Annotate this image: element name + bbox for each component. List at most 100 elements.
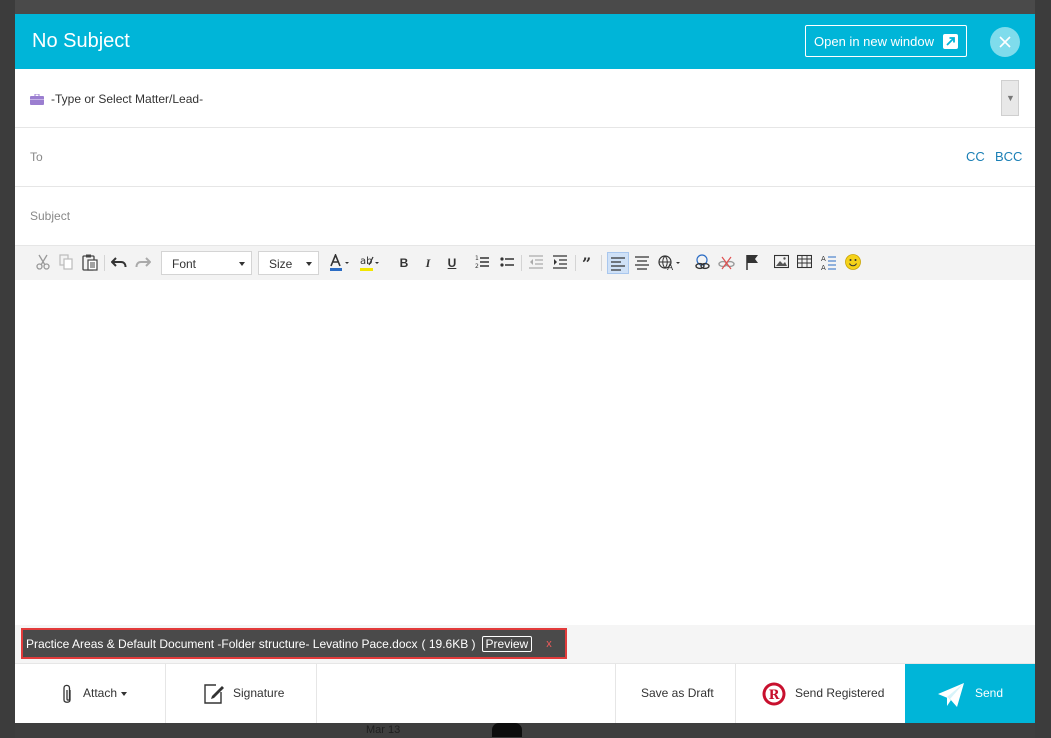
subject-field-label: Subject (30, 209, 71, 223)
smiley-icon (845, 254, 861, 270)
attachment-item: Practice Areas & Default Document -Folde… (21, 628, 567, 659)
bullet-list-button[interactable] (500, 254, 515, 272)
format-text-button[interactable]: A A (821, 254, 837, 272)
matter-dropdown-toggle[interactable]: ▼ (1001, 80, 1019, 116)
matter-selector-row: -Type or Select Matter/Lead- ▼ (15, 69, 1035, 128)
send-button[interactable]: Send (905, 664, 1035, 723)
font-family-value: Font (172, 257, 197, 271)
insert-emoji-button[interactable] (845, 254, 861, 272)
insert-image-button[interactable] (774, 254, 789, 272)
undo-button[interactable] (111, 254, 127, 272)
image-icon (774, 254, 789, 269)
remove-attachment-button[interactable]: x (546, 638, 552, 650)
paste-icon (82, 254, 98, 271)
globe-icon: A (658, 255, 680, 272)
paste-button[interactable] (82, 254, 98, 272)
align-center-button[interactable] (634, 254, 650, 272)
language-button[interactable]: A (658, 254, 682, 272)
send-registered-button[interactable]: R Send Registered (736, 664, 905, 723)
cc-toggle-link[interactable]: CC (966, 149, 985, 164)
attachments-area: Practice Areas & Default Document -Folde… (15, 625, 1035, 663)
compose-email-dialog: No Subject Open in new window -Type or S… (15, 14, 1035, 723)
highlighter-icon: ab (360, 256, 379, 271)
close-dialog-button[interactable] (990, 27, 1020, 57)
align-left-icon (611, 257, 625, 271)
indent-button[interactable] (553, 254, 568, 272)
font-size-select[interactable]: Size (258, 251, 319, 275)
cut-button[interactable] (36, 254, 50, 272)
toolbar-separator (104, 255, 105, 271)
copy-icon (59, 254, 73, 270)
save-as-draft-button[interactable]: Save as Draft (615, 664, 736, 723)
attach-button[interactable]: Attach (15, 664, 166, 723)
font-family-select[interactable]: Font (161, 251, 252, 275)
background-bottom-strip (15, 723, 1035, 738)
highlight-color-button[interactable]: ab (359, 254, 383, 272)
chevron-down-icon (121, 692, 127, 696)
bcc-toggle-link[interactable]: BCC (995, 149, 1022, 164)
toolbar-separator (575, 255, 576, 271)
background-date-label: Mar 13 (366, 724, 401, 736)
matter-lead-input[interactable]: -Type or Select Matter/Lead- (51, 92, 203, 106)
compose-footer: Attach Signature Save as Draft R Send Re… (15, 663, 1035, 723)
svg-text:A: A (667, 263, 674, 272)
close-icon (999, 36, 1011, 48)
copy-button[interactable] (59, 254, 73, 272)
align-center-icon (635, 256, 649, 270)
subject-field-row[interactable]: Subject (15, 187, 1035, 246)
registered-r-icon: R (762, 682, 786, 706)
attachment-preview-button[interactable]: Preview (481, 635, 533, 652)
font-size-value: Size (269, 257, 293, 271)
text-color-icon (330, 254, 349, 271)
send-registered-label: Send Registered (795, 686, 885, 700)
text-color-button[interactable] (329, 254, 353, 272)
send-label: Send (975, 686, 1004, 700)
svg-text:2: 2 (475, 263, 479, 270)
insert-link-button[interactable] (694, 254, 711, 272)
open-in-new-window-button[interactable]: Open in new window (805, 25, 967, 57)
flag-icon (746, 255, 758, 270)
dialog-header: No Subject Open in new window (15, 14, 1035, 69)
signature-label: Signature (233, 686, 285, 700)
message-body-editor[interactable] (19, 280, 1035, 625)
redo-icon (135, 257, 151, 268)
text-format-icon: A A (821, 255, 836, 271)
chevron-down-icon (306, 262, 312, 266)
table-icon (797, 254, 812, 269)
paperclip-icon (63, 684, 71, 703)
svg-text:1: 1 (475, 255, 479, 262)
background-indicator (492, 723, 522, 737)
signature-button[interactable]: Signature (166, 664, 317, 723)
align-left-button[interactable] (607, 252, 629, 274)
blockquote-button[interactable]: ” (582, 254, 596, 272)
briefcase-icon (30, 94, 44, 105)
to-field-label: To (30, 150, 43, 164)
numbered-list-icon: 1 2 (475, 255, 489, 270)
italic-button[interactable]: I (421, 254, 435, 272)
to-field-row[interactable]: To CC BCC (15, 128, 1035, 187)
external-link-icon (942, 33, 958, 49)
numbered-list-button[interactable]: 1 2 (475, 254, 490, 272)
background-right-strip (1035, 0, 1051, 738)
svg-text:A: A (821, 255, 826, 263)
attachment-file-size: ( 19.6KB ) (421, 636, 476, 651)
indent-icon (553, 255, 567, 269)
toolbar-separator (601, 255, 602, 271)
save-as-draft-label: Save as Draft (641, 686, 714, 700)
chevron-down-icon (239, 262, 245, 266)
anchor-flag-button[interactable] (745, 254, 759, 272)
editor-toolbar: Font Size ab B I U 1 2 ” A A A (15, 246, 1035, 280)
toolbar-separator (521, 255, 522, 271)
underline-button[interactable]: U (445, 254, 459, 272)
link-icon (695, 254, 710, 270)
svg-text:R: R (769, 688, 780, 703)
scissors-icon (36, 254, 50, 270)
bold-button[interactable]: B (397, 254, 411, 272)
outdent-button[interactable] (529, 254, 544, 272)
redo-button[interactable] (135, 254, 151, 272)
svg-text:”: ” (582, 254, 591, 270)
svg-text:A: A (821, 264, 826, 271)
unlink-button[interactable] (718, 254, 735, 272)
insert-table-button[interactable] (797, 254, 812, 272)
quote-icon: ” (582, 254, 591, 270)
